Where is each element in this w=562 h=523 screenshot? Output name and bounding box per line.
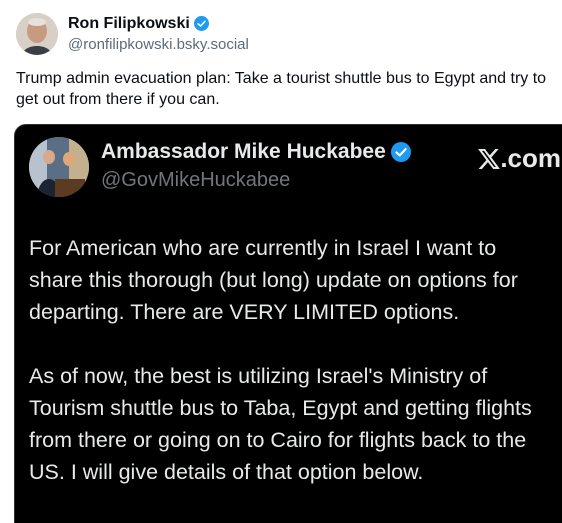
embed-body: For American who are currently in Israel… xyxy=(29,232,549,520)
embed-author-name: Ambassador Mike Huckabee xyxy=(101,140,386,163)
x-brand: .com xyxy=(478,143,561,174)
embed-avatar-photo xyxy=(29,137,89,197)
x-logo-icon xyxy=(478,149,501,169)
author-name[interactable]: Ron Filipkowski xyxy=(68,14,190,34)
avatar-photo xyxy=(16,13,58,55)
avatar[interactable] xyxy=(16,13,58,55)
author-handle[interactable]: @ronfilipkowski.bsky.social xyxy=(68,35,249,55)
embed-paragraph: For American who are currently in Israel… xyxy=(29,236,518,324)
embed-paragraph: As of now, the best is utilizing Israel'… xyxy=(29,364,532,484)
post-header: Ron Filipkowski @ronfilipkowski.bsky.soc… xyxy=(16,13,249,55)
embedded-image[interactable]: Ambassador Mike Huckabee @GovMikeHuckabe… xyxy=(14,124,562,523)
verified-badge-icon xyxy=(193,16,209,31)
embed-header: Ambassador Mike Huckabee @GovMikeHuckabe… xyxy=(29,137,411,197)
embed-avatar xyxy=(29,137,89,197)
embed-author-handle: @GovMikeHuckabee xyxy=(101,169,291,191)
x-brand-text: .com xyxy=(500,143,561,173)
verified-badge-icon xyxy=(390,142,411,162)
post-text: Trump admin evacuation plan: Take a tour… xyxy=(16,70,547,108)
